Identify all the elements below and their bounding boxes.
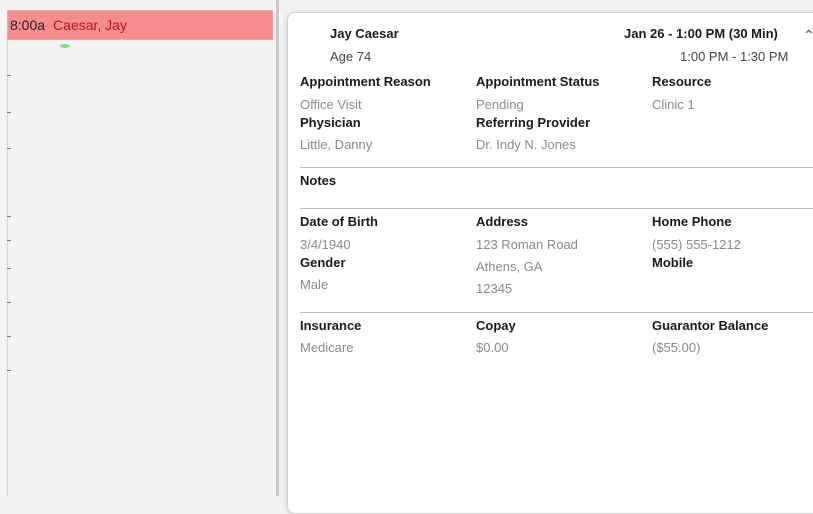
guarantor-balance-label: Guarantor Balance	[652, 318, 769, 333]
address-line-2: Athens, GA	[476, 259, 543, 274]
appointment-reason-value: Office Visit	[300, 97, 362, 112]
appointment-date-duration: Jan 26 - 1:00 PM (30 Min)	[624, 26, 778, 41]
section-divider	[300, 208, 813, 209]
time-tick	[7, 75, 11, 76]
date-of-birth-value: 3/4/1940	[300, 237, 351, 252]
time-tick	[7, 148, 11, 149]
physician-value: Little, Danny	[300, 137, 373, 152]
appointment-reason-label: Appointment Reason	[300, 74, 431, 89]
section-divider	[300, 312, 813, 313]
gender-label: Gender	[300, 255, 346, 270]
time-tick	[7, 302, 11, 303]
address-label: Address	[476, 214, 529, 229]
resource-label: Resource	[652, 74, 712, 89]
time-tick	[7, 336, 11, 337]
guarantor-balance-value: ($55.00)	[652, 340, 701, 355]
resource-value: Clinic 1	[652, 97, 695, 112]
copay-label: Copay	[476, 318, 516, 333]
pane-divider[interactable]	[276, 0, 279, 496]
appointment-status-value: Pending	[476, 97, 524, 112]
copay-value: $0.00	[476, 340, 509, 355]
date-of-birth-label: Date of Birth	[300, 214, 378, 229]
appointment-details-popover: Jay Caesar Age 74 Jan 26 - 1:00 PM (30 M…	[287, 12, 813, 514]
patient-name: Jay Caesar	[330, 26, 399, 41]
section-divider	[300, 167, 813, 168]
appointment-block[interactable]: 8:00a Caesar, Jay	[8, 11, 272, 39]
chevron-up-icon[interactable]: ⌃	[803, 27, 813, 44]
gender-value: Male	[300, 277, 329, 292]
time-tick	[7, 112, 11, 113]
time-tick	[7, 216, 11, 217]
referring-provider-label: Referring Provider	[476, 115, 591, 130]
insurance-value: Medicare	[300, 340, 354, 355]
appointment-status-label: Appointment Status	[476, 74, 600, 89]
appointment-time-range: 1:00 PM - 1:30 PM	[680, 49, 789, 64]
time-tick	[7, 268, 11, 269]
physician-label: Physician	[300, 115, 361, 130]
insurance-label: Insurance	[300, 318, 362, 333]
appointment-patient: Caesar, Jay	[53, 17, 127, 33]
time-tick	[7, 370, 11, 371]
status-indicator	[60, 44, 70, 48]
appointment-time: 8:00a	[10, 17, 46, 33]
time-tick	[7, 240, 11, 241]
notes-label: Notes	[300, 173, 337, 188]
mobile-label: Mobile	[652, 255, 694, 270]
patient-age: Age 74	[330, 49, 372, 64]
home-phone-label: Home Phone	[652, 214, 732, 229]
address-line-1: 123 Roman Road	[476, 237, 578, 252]
home-phone-value: (555) 555-1212	[652, 237, 741, 252]
referring-provider-value: Dr. Indy N. Jones	[476, 137, 576, 152]
address-line-3: 12345	[476, 281, 513, 296]
calendar-day-view: 8:00a Caesar, Jay	[0, 0, 279, 496]
